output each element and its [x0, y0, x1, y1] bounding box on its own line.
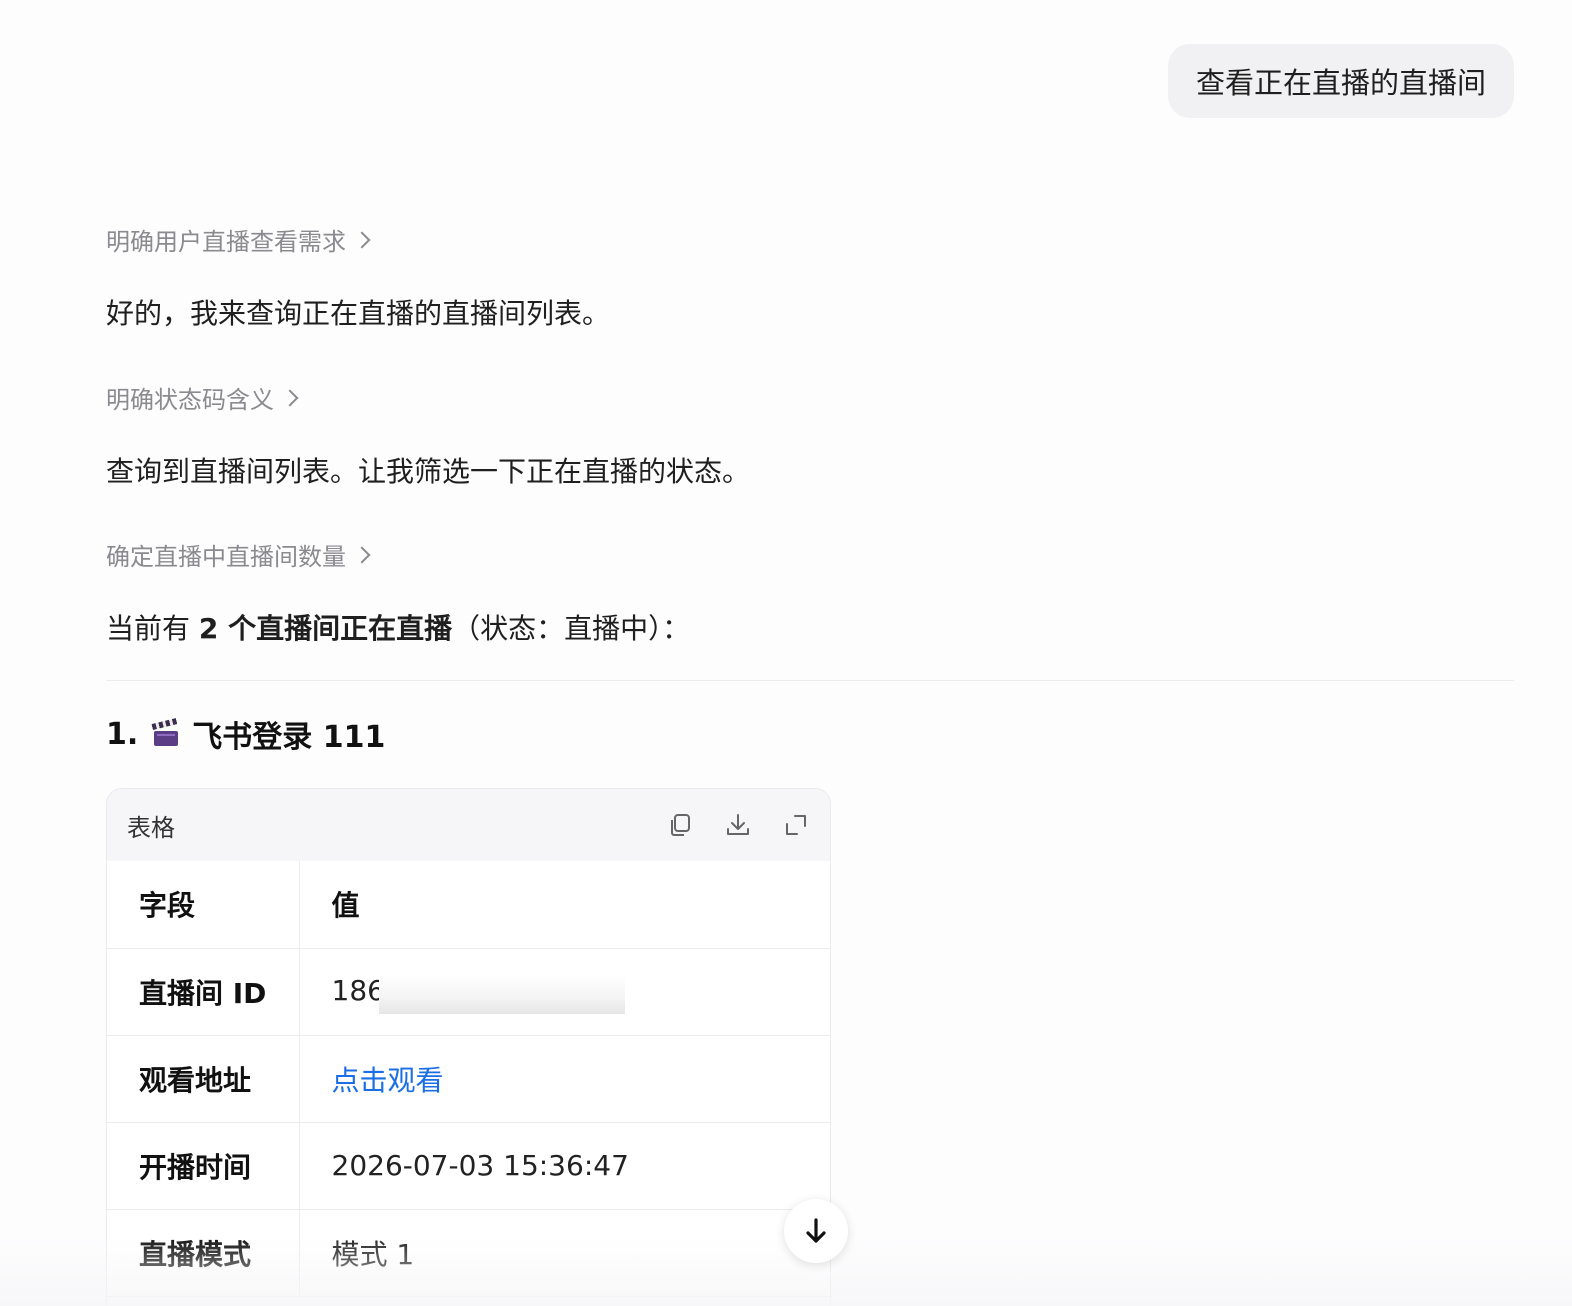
user-message-bubble: 查看正在直播的直播间	[1168, 44, 1514, 118]
table-header-row: 字段 值	[107, 861, 830, 949]
summary-line: 当前有 2 个直播间正在直播（状态：直播中）：	[106, 607, 690, 647]
column-header-field: 字段	[107, 861, 300, 949]
download-icon[interactable]	[724, 811, 752, 839]
table-row: 观看地址 点击观看	[107, 1035, 830, 1123]
thinking-step-label: 确定直播中直播间数量	[106, 543, 346, 571]
chevron-right-icon	[353, 231, 371, 248]
reply-paragraph-1: 好的，我来查询正在直播的直播间列表。	[106, 297, 611, 330]
row-field-label: 直播间 ID	[107, 948, 300, 1036]
summary-prefix: 当前有	[106, 612, 199, 645]
thinking-step-2[interactable]: 明确状态码含义	[106, 380, 299, 415]
table-card-title: 表格	[127, 813, 175, 842]
table-card: 表格 字段 值 直播间 ID 186 观看地址 点击观看 开播时间 2026-0…	[106, 788, 831, 1306]
data-table: 字段 值 直播间 ID 186 观看地址 点击观看 开播时间 2026-07-0…	[107, 861, 830, 1297]
redaction-blur	[378, 973, 625, 1014]
row-field-label: 观看地址	[107, 1035, 300, 1123]
watch-link[interactable]: 点击观看	[332, 1064, 444, 1097]
table-card-header: 表格	[107, 789, 830, 861]
row-value: 模式 1	[299, 1209, 830, 1297]
chat-page: 查看正在直播的直播间 明确用户直播查看需求 好的，我来查询正在直播的直播间列表。…	[0, 0, 1572, 1306]
thinking-step-1[interactable]: 明确用户直播查看需求	[106, 222, 371, 257]
summary-bold: 2 个直播间正在直播	[198, 612, 453, 645]
expand-icon[interactable]	[782, 811, 810, 839]
section-heading: 1. 飞书登录 111	[106, 712, 385, 756]
row-value: 2026-07-03 15:36:47	[299, 1122, 830, 1210]
row-value: 186	[299, 948, 830, 1036]
row-field-label: 开播时间	[107, 1122, 300, 1210]
chevron-right-icon	[281, 389, 299, 406]
thinking-step-label: 明确状态码含义	[106, 386, 274, 414]
thinking-step-label: 明确用户直播查看需求	[106, 228, 346, 256]
summary-suffix: （状态：直播中）：	[452, 612, 691, 645]
copy-icon[interactable]	[666, 811, 694, 839]
table-row: 直播间 ID 186	[107, 948, 830, 1036]
scroll-to-bottom-button[interactable]	[784, 1199, 848, 1263]
row-value: 点击观看	[299, 1035, 830, 1123]
reply-paragraph-2: 查询到直播间列表。让我筛选一下正在直播的状态。	[106, 455, 751, 488]
divider	[106, 680, 1514, 681]
row-field-label: 直播模式	[107, 1209, 300, 1297]
heading-number: 1.	[106, 716, 139, 752]
table-row: 直播模式 模式 1	[107, 1209, 830, 1297]
column-header-value: 值	[299, 861, 830, 949]
thinking-step-3[interactable]: 确定直播中直播间数量	[106, 537, 371, 572]
room-id-value: 186	[331, 973, 385, 1007]
arrow-down-icon	[806, 1218, 826, 1243]
table-row: 开播时间 2026-07-03 15:36:47	[107, 1122, 830, 1210]
user-message-text: 查看正在直播的直播间	[1195, 66, 1486, 100]
heading-title: 飞书登录 111	[192, 720, 386, 755]
chevron-right-icon	[353, 546, 371, 563]
clapper-board-icon	[151, 718, 180, 748]
